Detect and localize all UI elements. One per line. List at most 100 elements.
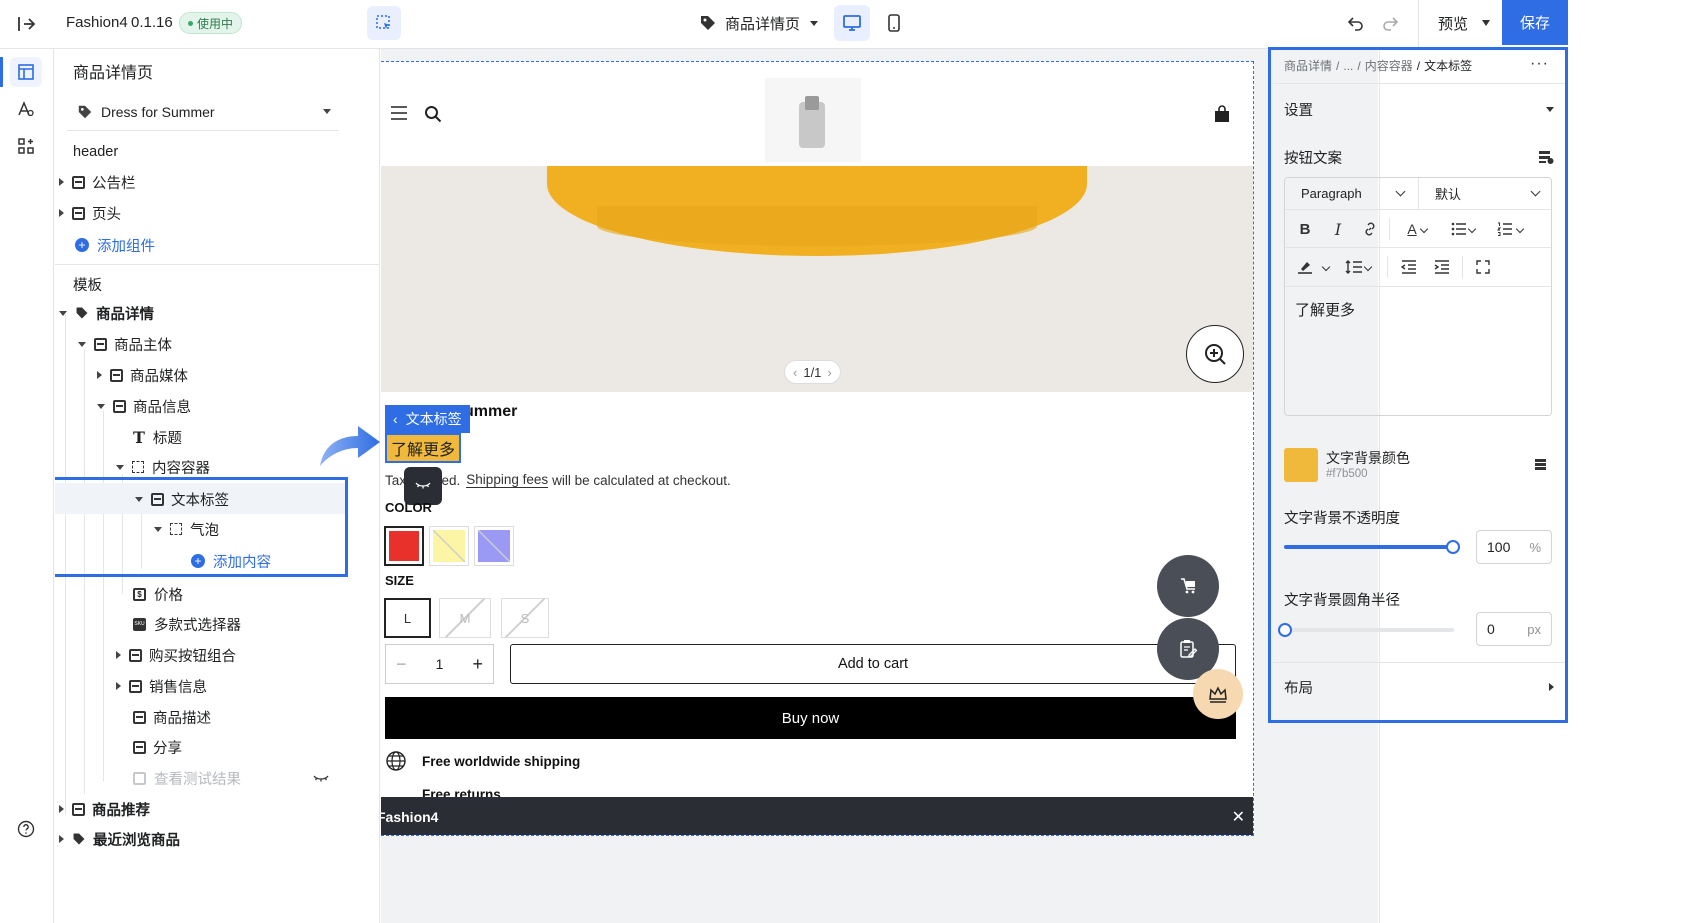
shopping-bag-icon[interactable] xyxy=(1212,104,1232,124)
tree-item-multi-style-selector[interactable]: SKU 多款式选择器 xyxy=(133,610,241,638)
tree-item-product-description[interactable]: 商品描述 xyxy=(133,703,211,731)
chevron-left-icon[interactable]: ‹ xyxy=(793,365,797,380)
decrease-button[interactable]: − xyxy=(396,654,407,675)
fab-crown[interactable] xyxy=(1193,669,1243,719)
breadcrumb-ellipsis[interactable]: ... xyxy=(1343,59,1353,73)
tree-item-share[interactable]: 分享 xyxy=(133,733,182,761)
apps-nav-button[interactable] xyxy=(10,131,42,161)
increase-button[interactable]: + xyxy=(472,654,483,675)
settings-section-header[interactable]: 设置 xyxy=(1284,97,1554,121)
tree-item-price[interactable]: $ 价格 xyxy=(133,580,183,608)
hidden-eye-icon[interactable] xyxy=(313,771,329,783)
bold-icon[interactable]: B xyxy=(1293,217,1317,241)
outdent-icon[interactable] xyxy=(1397,255,1421,279)
editor-text-area[interactable]: 了解更多 xyxy=(1285,286,1551,415)
breadcrumb-item[interactable]: 内容容器 xyxy=(1365,57,1413,74)
buy-buttons-icon xyxy=(129,648,142,662)
highlight-icon[interactable] xyxy=(1293,255,1317,279)
tree-item-announcement[interactable]: 公告栏 xyxy=(59,168,136,196)
announcement-icon xyxy=(72,175,85,189)
layout-section-header[interactable]: 布局 xyxy=(1284,675,1554,699)
shipping-fees-link[interactable]: Shipping fees xyxy=(466,472,549,488)
add-component-button[interactable]: + 添加组件 xyxy=(75,231,155,259)
size-option-m[interactable]: M xyxy=(439,598,491,638)
layout-nav-button[interactable] xyxy=(10,57,42,87)
add-component-label: 添加组件 xyxy=(97,238,155,255)
opacity-slider-thumb[interactable] xyxy=(1446,540,1460,554)
save-button[interactable]: 保存 xyxy=(1502,0,1568,45)
tree-item-sales-info[interactable]: 销售信息 xyxy=(116,672,207,700)
database-icon[interactable] xyxy=(1534,458,1547,471)
tree-item-product-media[interactable]: 商品媒体 xyxy=(97,361,188,389)
radius-slider[interactable] xyxy=(1284,628,1454,632)
preview-button[interactable]: 预览 xyxy=(1438,12,1491,34)
chevron-down-icon xyxy=(1395,186,1406,197)
fab-cart[interactable] xyxy=(1157,555,1219,617)
opacity-input[interactable]: 100 % xyxy=(1476,530,1552,564)
tree-item-buy-button-group[interactable]: 购买按钮组合 xyxy=(116,641,236,669)
numbered-list-icon[interactable] xyxy=(1493,217,1517,241)
bg-color-swatch[interactable] xyxy=(1284,448,1318,482)
exit-icon[interactable] xyxy=(14,12,38,36)
free-shipping-row: Free worldwide shipping xyxy=(385,750,580,772)
tree-item-title[interactable]: T 标题 xyxy=(133,423,182,451)
size-option-s[interactable]: S xyxy=(501,598,549,638)
chevron-left-icon: ‹ xyxy=(393,411,398,427)
mobile-view-button[interactable] xyxy=(878,5,910,41)
color-swatch-yellow[interactable] xyxy=(429,526,469,566)
opacity-slider[interactable] xyxy=(1284,545,1454,549)
editor-content: 了解更多 xyxy=(1295,302,1356,319)
fullscreen-icon[interactable] xyxy=(1471,255,1495,279)
hamburger-menu-icon[interactable] xyxy=(389,104,409,122)
link-icon[interactable] xyxy=(1358,217,1382,241)
redo-button[interactable] xyxy=(1378,11,1402,35)
tree-item-header[interactable]: 页头 xyxy=(59,199,121,227)
product-selector-label: Dress for Summer xyxy=(101,103,215,120)
tree-item-label: 购买按钮组合 xyxy=(149,648,236,665)
tree-item-product-recommend[interactable]: 商品推荐 xyxy=(59,795,150,823)
tree-item-recently-viewed[interactable]: 最近浏览商品 xyxy=(59,825,180,853)
chevron-right-icon[interactable]: › xyxy=(827,365,831,380)
line-height-icon[interactable] xyxy=(1342,255,1366,279)
zoom-button[interactable] xyxy=(1186,325,1244,383)
image-pager[interactable]: ‹ 1/1 › xyxy=(784,360,841,384)
quantity-value[interactable]: 1 xyxy=(436,656,444,672)
radius-label: 文字背景圆角半径 xyxy=(1284,593,1400,609)
size-option-l[interactable]: L xyxy=(384,598,431,638)
product-image xyxy=(381,166,1253,392)
tree-item-view-test-results[interactable]: 查看测试结果 xyxy=(133,764,241,792)
product-selector[interactable]: Dress for Summer xyxy=(67,93,339,131)
save-label: 保存 xyxy=(1519,15,1550,32)
radius-slider-thumb[interactable] xyxy=(1278,623,1292,637)
buy-now-button[interactable]: Buy now xyxy=(385,697,1236,739)
quantity-stepper: − 1 + xyxy=(385,644,494,684)
add-to-cart-button[interactable]: Add to cart xyxy=(510,644,1236,684)
paragraph-select[interactable]: Paragraph xyxy=(1285,178,1419,210)
desktop-view-button[interactable] xyxy=(834,5,870,41)
breadcrumb-item[interactable]: 商品详情 xyxy=(1284,57,1332,74)
chevron-down-icon[interactable] xyxy=(1515,224,1525,234)
database-link-icon[interactable] xyxy=(1538,150,1554,164)
text-label-tag[interactable]: ‹ 文本标签 xyxy=(385,405,470,433)
color-swatch-red[interactable] xyxy=(384,526,424,566)
indent-icon[interactable] xyxy=(1430,255,1454,279)
color-swatch-purple[interactable] xyxy=(474,526,514,566)
chevron-down-icon[interactable] xyxy=(1321,262,1331,272)
undo-button[interactable] xyxy=(1344,11,1368,35)
learn-more-button[interactable]: 了解更多 xyxy=(385,433,461,463)
search-icon[interactable] xyxy=(423,104,443,124)
italic-icon[interactable]: I xyxy=(1326,217,1350,241)
radius-input[interactable]: 0 px xyxy=(1476,612,1552,646)
close-icon[interactable]: ✕ xyxy=(1232,807,1245,827)
price-icon: $ xyxy=(133,587,146,601)
tree-item-product-detail[interactable]: 商品详情 xyxy=(59,299,154,327)
tree-item-product-info[interactable]: 商品信息 xyxy=(97,392,191,420)
help-button[interactable] xyxy=(14,817,38,841)
page-selector[interactable]: 商品详情页 xyxy=(699,12,819,34)
select-element-button[interactable] xyxy=(367,6,401,40)
theme-nav-button[interactable] xyxy=(10,94,42,124)
more-options-icon[interactable]: ··· xyxy=(1530,55,1549,73)
tree-item-product-main[interactable]: 商品主体 xyxy=(78,330,172,358)
font-size-select[interactable]: 默认 xyxy=(1419,178,1551,210)
share-icon xyxy=(133,740,146,754)
